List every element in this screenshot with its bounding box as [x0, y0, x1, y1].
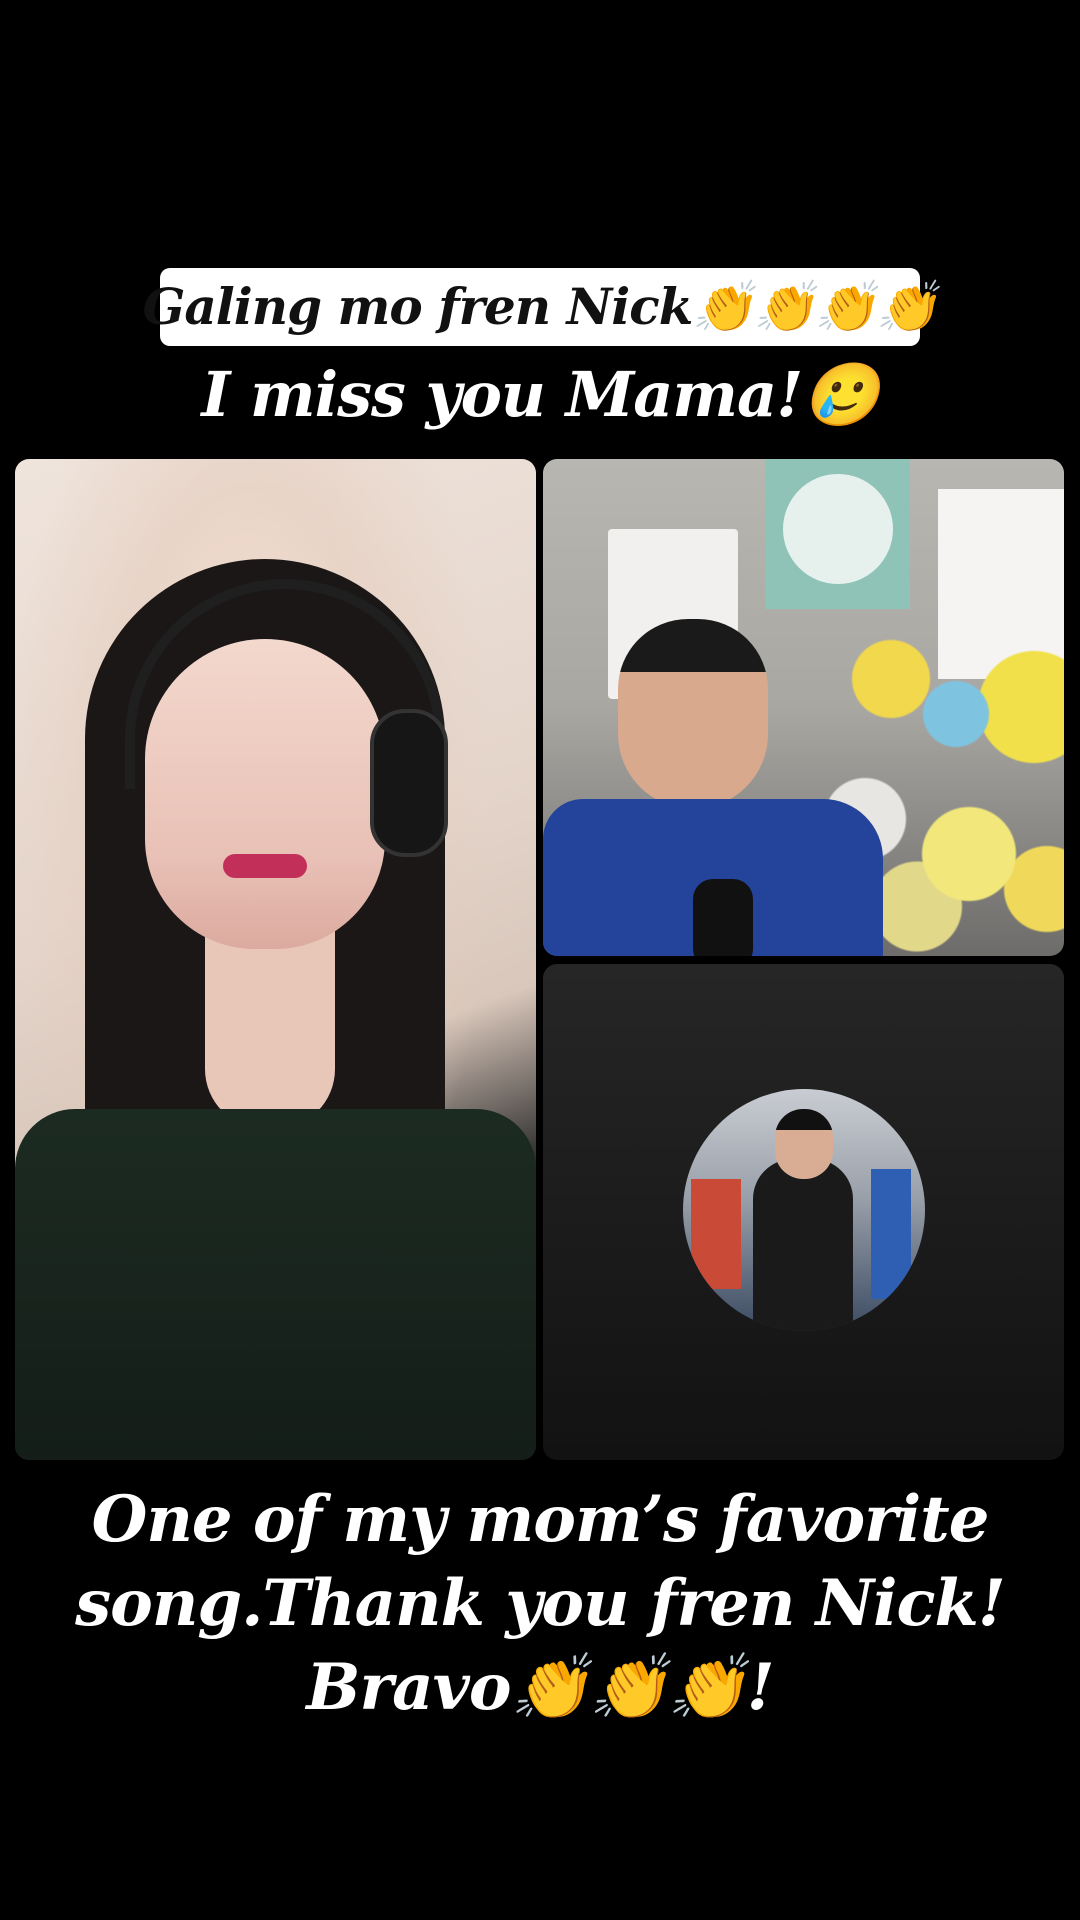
subtitle-caption: I miss you Mama!🥲	[201, 358, 879, 431]
guest-avatar[interactable]	[683, 1089, 925, 1331]
woman-lips	[223, 854, 307, 878]
headphone-icon	[370, 709, 448, 857]
microphone-icon	[693, 879, 753, 956]
gym-equipment-left	[691, 1179, 741, 1289]
woman-dress	[15, 1109, 536, 1460]
bottom-caption-line-3: Bravo👏👏👏!	[306, 1650, 774, 1725]
bottom-caption-line-1: One of my mom’s favorite	[91, 1482, 990, 1557]
guest-body	[753, 1159, 853, 1331]
video-tile-singer-man[interactable]	[543, 459, 1064, 956]
bottom-caption-line-2: song.Thank you fren Nick!	[75, 1566, 1006, 1641]
globe-icon	[783, 474, 893, 584]
woman-neck	[205, 929, 335, 1129]
top-caption-text: Galing mo fren Nick👏👏👏👏	[142, 277, 939, 336]
video-tile-singer-woman[interactable]	[15, 459, 536, 1460]
bottom-caption: One of my mom’s favorite song.Thank you …	[0, 1478, 1080, 1730]
guest-head	[775, 1109, 833, 1179]
audio-tile-guest[interactable]	[543, 964, 1064, 1460]
top-caption-pill: Galing mo fren Nick👏👏👏👏	[143, 268, 938, 346]
gym-equipment-right	[871, 1169, 911, 1299]
man-head	[618, 619, 768, 809]
